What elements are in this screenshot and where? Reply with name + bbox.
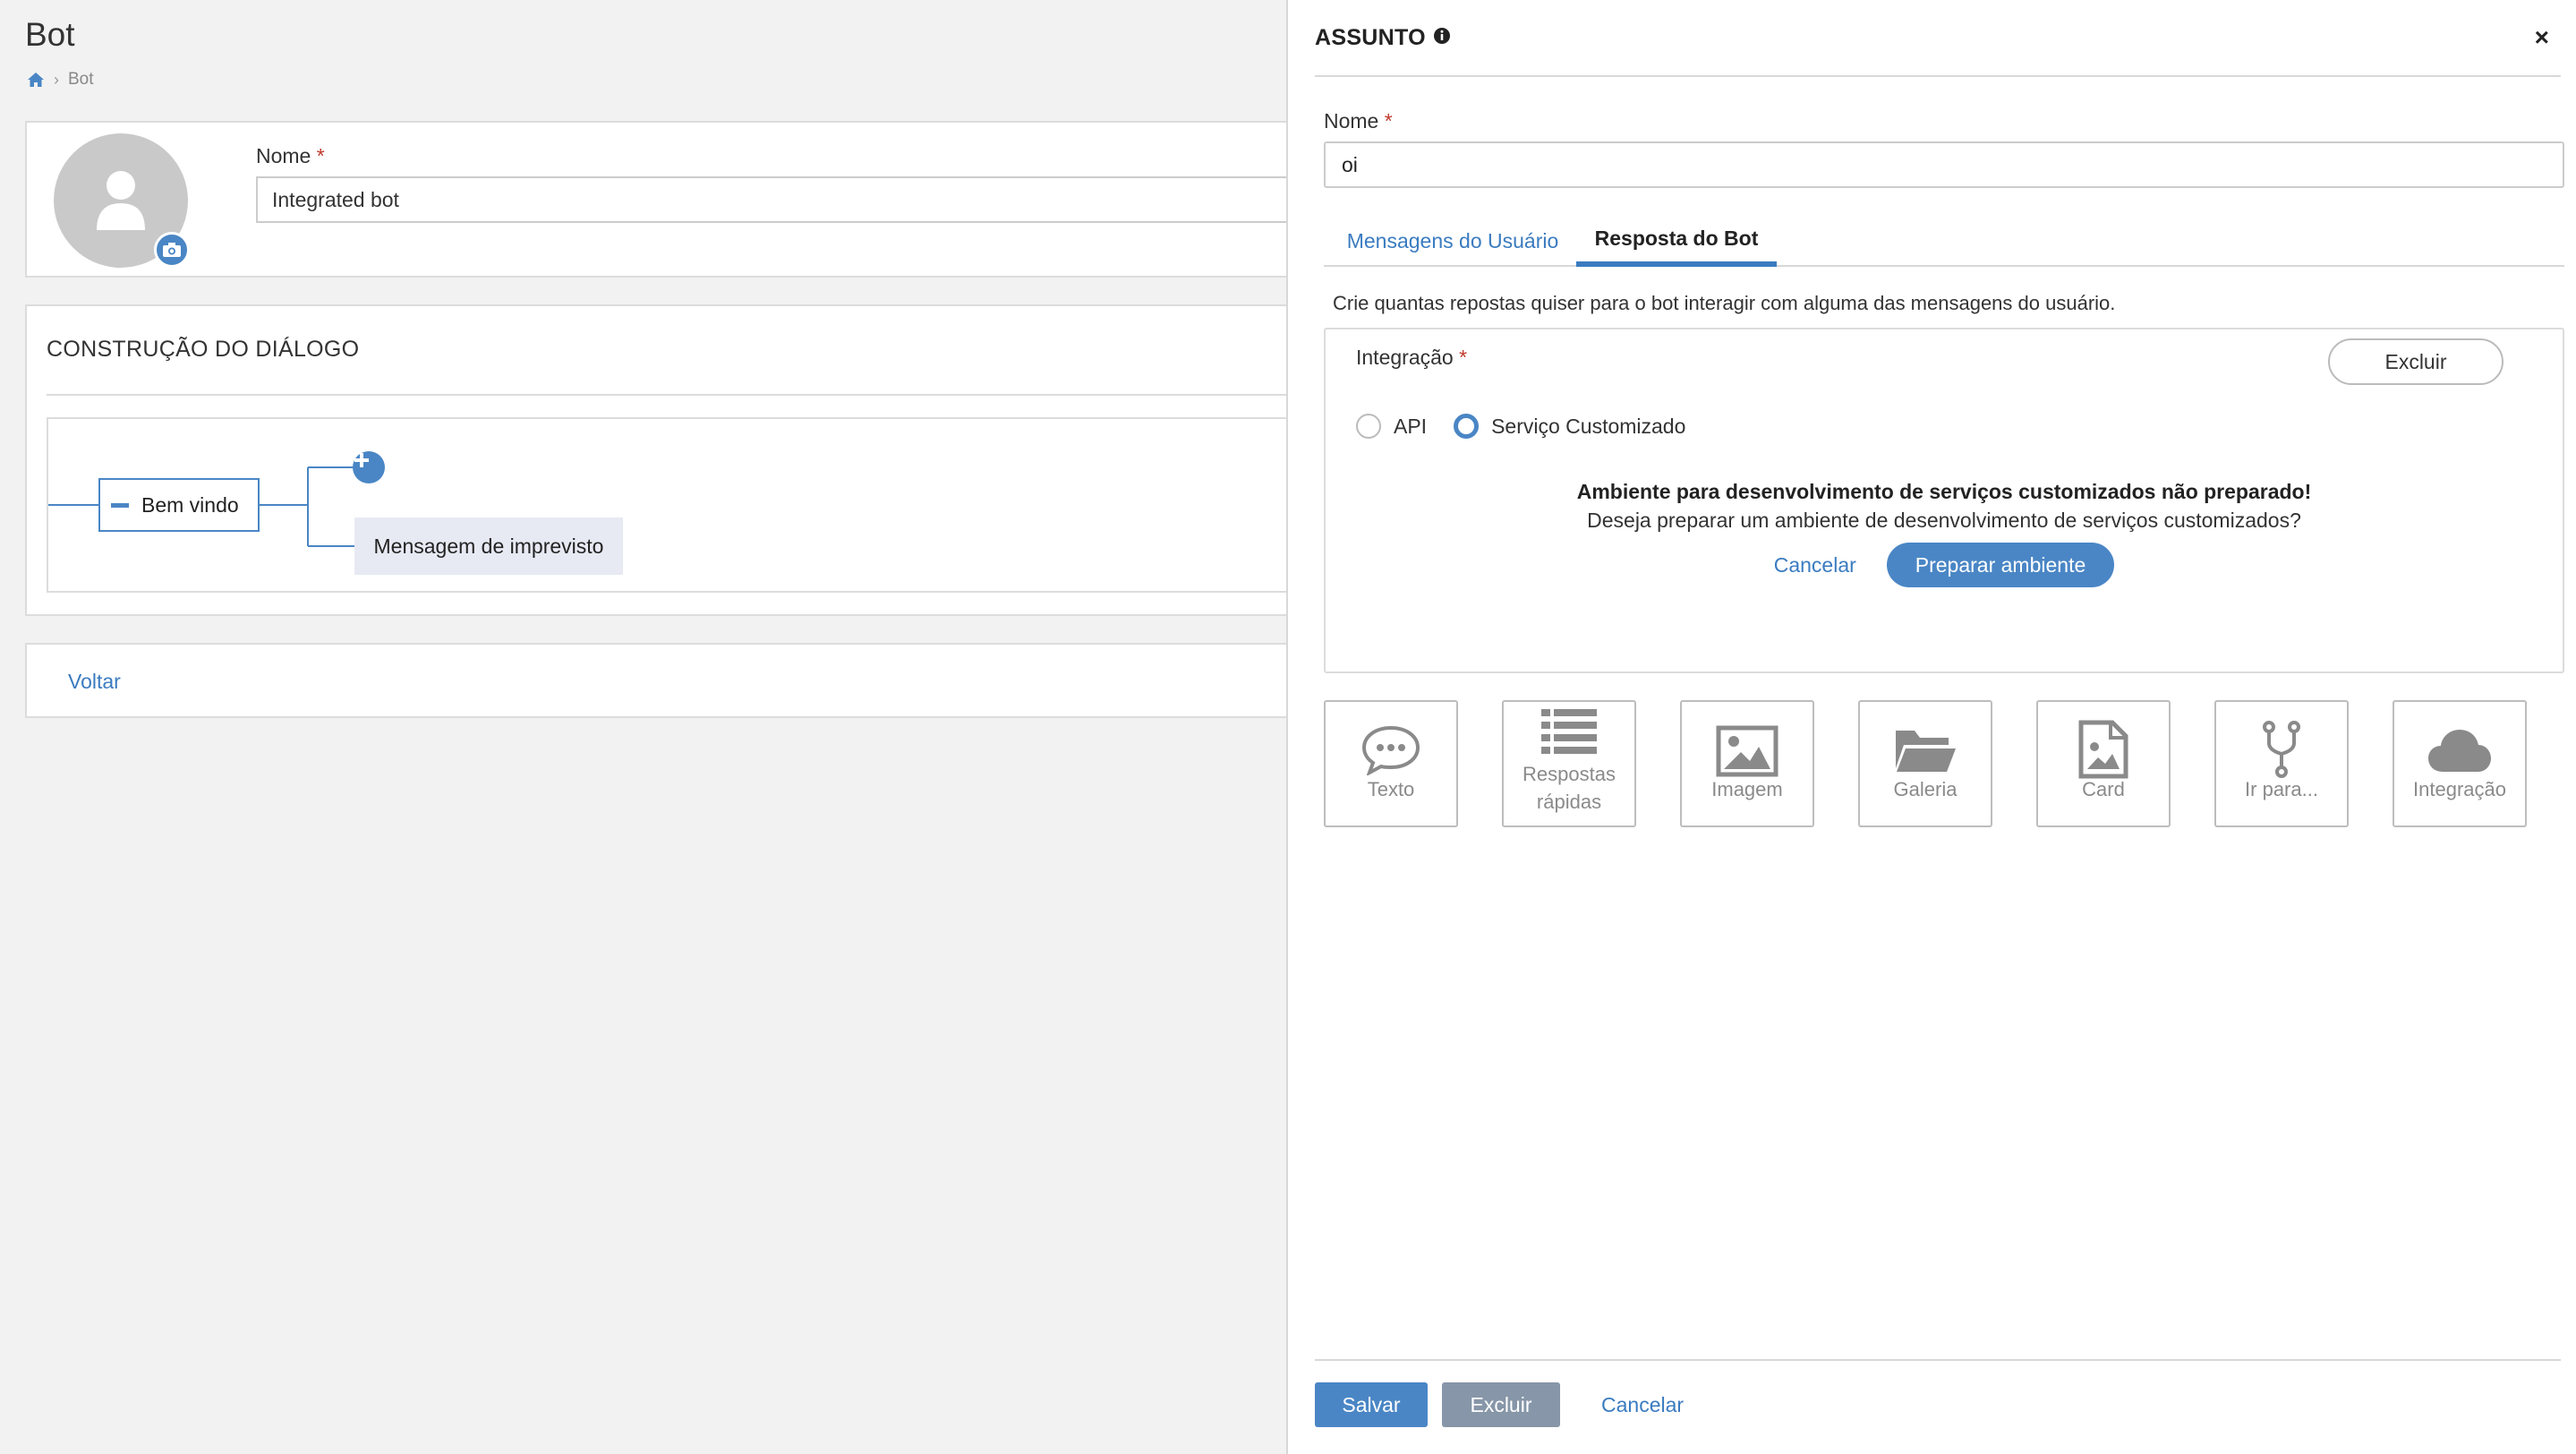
camera-icon[interactable] <box>154 232 190 268</box>
tile-card[interactable]: Card <box>2036 700 2171 827</box>
save-button[interactable]: Salvar <box>1315 1382 1428 1427</box>
info-icon[interactable] <box>1433 25 1451 51</box>
warning-text: Deseja preparar um ambiente de desenvolv… <box>1587 509 2301 532</box>
speech-bubble-icon <box>1326 725 1456 775</box>
dialog-tree: Bem vindo Mensagem de imprevisto <box>47 417 1300 593</box>
help-text: Crie quantas repostas quiser para o bot … <box>1333 292 2116 314</box>
tab-user-messages[interactable]: Mensagens do Usuário <box>1327 215 1578 267</box>
panel-title: ASSUNTO <box>1315 25 1451 51</box>
radio-button[interactable] <box>1356 414 1381 439</box>
integration-box: Integração * Excluir API Serviço Customi… <box>1324 328 2564 673</box>
warning-actions: Cancelar Preparar ambiente <box>1326 543 2563 587</box>
divider <box>1315 1359 2561 1361</box>
radio-button-selected[interactable] <box>1454 414 1480 439</box>
tab-bot-response[interactable]: Resposta do Bot <box>1576 215 1777 267</box>
dialog-node-welcome[interactable]: Bem vindo <box>98 478 260 532</box>
back-card: Voltar <box>25 643 1296 718</box>
dialog-builder-title: CONSTRUÇÃO DO DIÁLOGO <box>47 337 360 362</box>
radio-api[interactable]: API <box>1356 414 1427 439</box>
breadcrumb-current: Bot <box>68 70 94 89</box>
page-title: Bot <box>25 16 75 53</box>
subject-panel: ASSUNTO × Nome * oi Mensagens do Usuário… <box>1286 0 2576 1454</box>
file-image-icon <box>2038 720 2169 779</box>
cancel-prepare-link[interactable]: Cancelar <box>1774 553 1856 577</box>
back-link[interactable]: Voltar <box>68 670 121 694</box>
integration-type-options: API Serviço Customizado <box>1356 414 1712 439</box>
folder-open-icon <box>1860 723 1991 775</box>
divider <box>47 394 1300 396</box>
bot-name-input[interactable]: Integrated bot <box>256 176 1303 223</box>
cancel-link[interactable]: Cancelar <box>1601 1393 1684 1417</box>
radio-custom-service[interactable]: Serviço Customizado <box>1454 414 1685 439</box>
collapse-icon[interactable] <box>111 502 129 508</box>
home-icon[interactable] <box>27 72 45 88</box>
dialog-builder-card: CONSTRUÇÃO DO DIÁLOGO Bem vindo Mensagem… <box>25 304 1300 616</box>
image-icon <box>1682 725 1813 777</box>
divider <box>1315 75 2561 77</box>
response-type-tiles: Texto Respostas rápidas Imagem Galeria C… <box>1324 700 2564 827</box>
cloud-icon <box>2394 727 2525 774</box>
bot-name-label: Nome * <box>256 144 325 167</box>
chevron-right-icon: › <box>54 70 59 89</box>
list-icon <box>1504 707 1634 757</box>
subject-name-label: Nome * <box>1324 109 1393 133</box>
add-node-icon[interactable] <box>353 451 385 483</box>
dialog-node-fallback[interactable]: Mensagem de imprevisto <box>354 517 623 575</box>
tile-image[interactable]: Imagem <box>1680 700 1814 827</box>
tile-text[interactable]: Texto <box>1324 700 1458 827</box>
response-tabs: Mensagens do Usuário Resposta do Bot <box>1324 215 2564 267</box>
delete-button[interactable]: Excluir <box>1442 1382 1560 1427</box>
tile-integration[interactable]: Integração <box>2393 700 2527 827</box>
tile-quick-replies[interactable]: Respostas rápidas <box>1502 700 1636 827</box>
prepare-environment-button[interactable]: Preparar ambiente <box>1886 543 2115 587</box>
integration-label: Integração * <box>1356 346 1468 369</box>
close-icon[interactable]: × <box>2535 23 2549 52</box>
tile-go-to[interactable]: Ir para... <box>2214 700 2349 827</box>
subject-name-input[interactable]: oi <box>1324 141 2564 188</box>
breadcrumb: › Bot <box>27 70 94 90</box>
warning-title: Ambiente para desenvolvimento de serviço… <box>1576 480 2312 503</box>
code-fork-icon <box>2216 720 2347 779</box>
delete-integration-button[interactable]: Excluir <box>2328 338 2503 385</box>
bot-profile-card: Nome * Integrated bot <box>25 121 1303 278</box>
tile-gallery[interactable]: Galeria <box>1858 700 1992 827</box>
